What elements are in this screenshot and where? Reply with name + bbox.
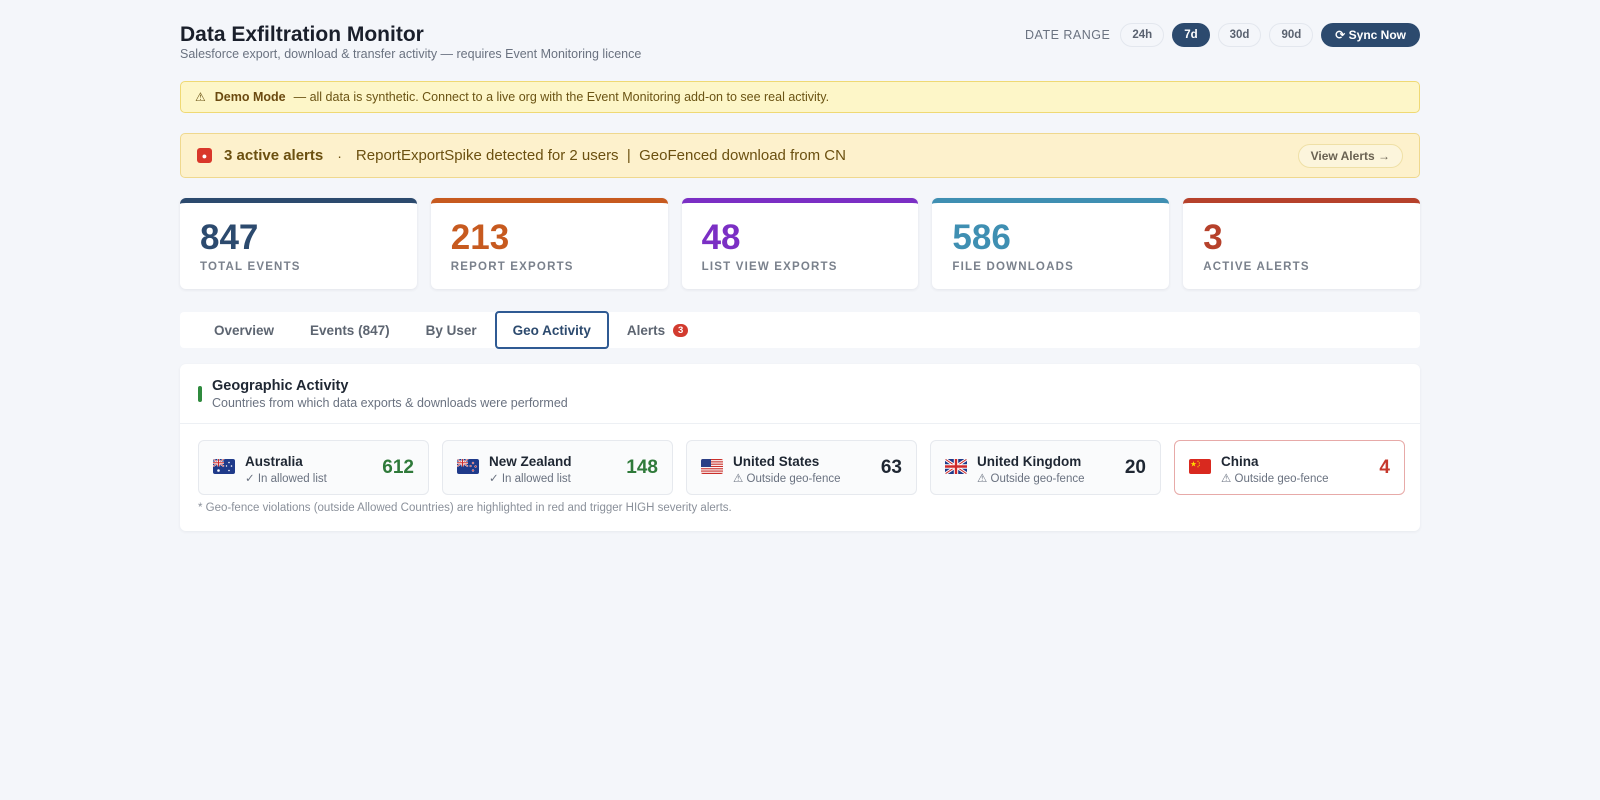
- geo-activity-panel: Geographic Activity Countries from which…: [180, 364, 1420, 531]
- range-7d-button[interactable]: 7d: [1172, 23, 1210, 47]
- tab-overview[interactable]: Overview: [196, 311, 292, 349]
- country-card-united-kingdom: United Kingdom ⚠ Outside geo-fence 20: [930, 440, 1161, 495]
- section-accent-bar: [198, 386, 202, 402]
- geo-status: ⚠ Outside geo-fence: [977, 473, 1085, 485]
- stat-value: 3: [1203, 218, 1223, 257]
- stat-card-report-exports: 213 REPORT EXPORTS: [430, 198, 668, 289]
- stat-card-total-events: 847 TOTAL EVENTS: [180, 198, 417, 289]
- demo-mode-text: — all data is synthetic. Connect to a li…: [293, 90, 830, 104]
- stat-value: 213: [450, 218, 510, 257]
- stat-value: 847: [200, 218, 259, 257]
- tab-alerts[interactable]: Alerts 3: [609, 311, 706, 349]
- country-name: Australia: [245, 454, 303, 469]
- page-subtitle: Salesforce export, download & transfer a…: [180, 47, 642, 61]
- geo-status: ⚠ Outside geo-fence: [1221, 473, 1329, 485]
- panel-header: Geographic Activity Countries from which…: [180, 364, 1420, 424]
- geo-status: ✓ In allowed list: [245, 473, 327, 485]
- siren-icon: ●: [197, 148, 212, 163]
- alerts-count-badge: 3: [673, 323, 689, 337]
- stat-label: FILE DOWNLOADS: [952, 261, 1074, 273]
- panel-title: Geographic Activity: [212, 378, 349, 394]
- tab-alerts-label: Alerts: [626, 322, 666, 338]
- stat-label: ACTIVE ALERTS: [1203, 261, 1310, 273]
- tab-events[interactable]: Events (847): [292, 311, 408, 349]
- header-controls: DATE RANGE 24h 7d 30d 90d ⟳ Sync Now: [1025, 23, 1420, 47]
- united-kingdom-flag-icon: [945, 459, 967, 474]
- country-event-count: 148: [626, 457, 658, 478]
- page-title: Data Exfiltration Monitor: [180, 23, 424, 46]
- tab-by-user[interactable]: By User: [408, 311, 495, 349]
- stat-value: 586: [952, 218, 1011, 257]
- stat-label: TOTAL EVENTS: [200, 261, 301, 273]
- stat-label: REPORT EXPORTS: [450, 261, 574, 273]
- country-event-count: 20: [1124, 457, 1146, 478]
- demo-mode-banner: ⚠ Demo Mode — all data is synthetic. Con…: [180, 81, 1420, 113]
- geo-status: ✓ In allowed list: [489, 473, 571, 485]
- new-zealand-flag-icon: [457, 459, 479, 474]
- active-alerts-count: 3 active alerts: [224, 147, 324, 164]
- page: Data Exfiltration Monitor Salesforce exp…: [180, 20, 1420, 531]
- date-range-label: DATE RANGE: [1025, 28, 1111, 42]
- stat-label: LIST VIEW EXPORTS: [701, 261, 838, 273]
- country-card-united-states: United States ⚠ Outside geo-fence 63: [686, 440, 917, 495]
- sync-now-button[interactable]: ⟳ Sync Now: [1321, 23, 1420, 47]
- australia-flag-icon: [213, 459, 235, 474]
- geo-status: ⚠ Outside geo-fence: [733, 473, 841, 485]
- country-name: China: [1221, 454, 1259, 469]
- range-24h-button[interactable]: 24h: [1120, 23, 1165, 47]
- country-card-australia: Australia ✓ In allowed list 612: [198, 440, 429, 495]
- country-cards: Australia ✓ In allowed list 612 New Zeal…: [198, 440, 1405, 495]
- country-event-count: 612: [382, 457, 414, 478]
- stat-card-active-alerts: 3 ACTIVE ALERTS: [1183, 198, 1420, 289]
- view-alerts-button[interactable]: View Alerts →: [1297, 144, 1403, 168]
- header: Data Exfiltration Monitor Salesforce exp…: [180, 20, 1420, 70]
- demo-mode-title: Demo Mode: [214, 90, 286, 104]
- tab-bar: Overview Events (847) By User Geo Activi…: [180, 311, 1420, 349]
- range-90d-button[interactable]: 90d: [1269, 23, 1314, 47]
- china-flag-icon: [1189, 459, 1211, 474]
- country-card-new-zealand: New Zealand ✓ In allowed list 148: [442, 440, 673, 495]
- stat-card-file-downloads: 586 FILE DOWNLOADS: [932, 198, 1170, 289]
- stat-value: 48: [701, 218, 741, 257]
- country-name: United Kingdom: [977, 454, 1082, 469]
- stat-cards: 847 TOTAL EVENTS 213 REPORT EXPORTS 48 L…: [180, 198, 1420, 289]
- tab-geo-activity[interactable]: Geo Activity: [494, 311, 609, 349]
- stat-card-list-view-exports: 48 LIST VIEW EXPORTS: [681, 198, 919, 289]
- country-event-count: 4: [1379, 457, 1390, 478]
- active-alerts-banner: ● 3 active alerts · ReportExportSpike de…: [180, 133, 1420, 178]
- country-card-china: China ⚠ Outside geo-fence 4: [1174, 440, 1405, 495]
- geo-footnote: * Geo-fence violations (outside Allowed …: [198, 502, 732, 514]
- range-30d-button[interactable]: 30d: [1217, 23, 1262, 47]
- country-name: New Zealand: [489, 454, 572, 469]
- united-states-flag-icon: [701, 459, 723, 474]
- panel-subtitle: Countries from which data exports & down…: [212, 396, 568, 410]
- separator-dot: ·: [337, 147, 342, 164]
- warning-icon: ⚠: [195, 90, 206, 104]
- country-event-count: 63: [880, 457, 902, 478]
- country-name: United States: [733, 454, 820, 469]
- alerts-message: ReportExportSpike detected for 2 users |…: [355, 147, 846, 164]
